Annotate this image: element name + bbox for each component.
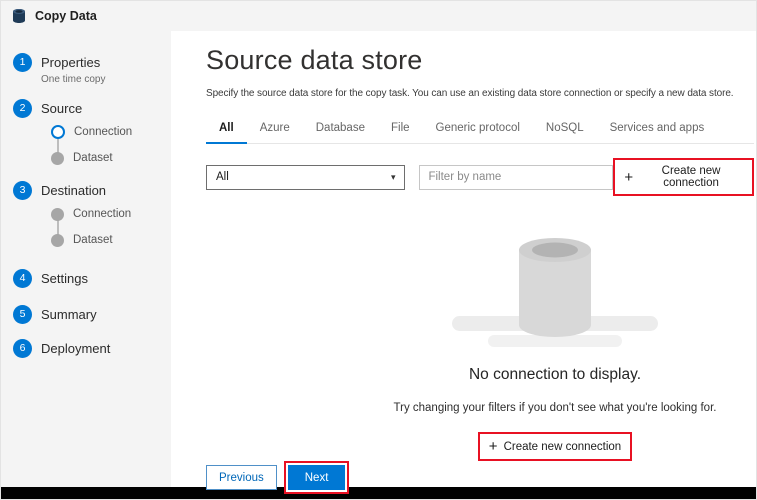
empty-state: No connection to display. Try changing y… bbox=[206, 230, 754, 461]
copy-data-icon bbox=[11, 8, 27, 24]
page-description: Specify the source data store for the co… bbox=[206, 88, 754, 99]
next-button[interactable]: Next bbox=[288, 465, 346, 490]
tab-nosql[interactable]: NoSQL bbox=[533, 115, 597, 143]
annotation-highlight-box: + Create new connection bbox=[613, 158, 754, 196]
tab-generic-protocol[interactable]: Generic protocol bbox=[423, 115, 533, 143]
step-number-badge: 6 bbox=[13, 339, 32, 358]
step-number-badge: 1 bbox=[13, 53, 32, 72]
upcoming-step-dot bbox=[51, 234, 64, 247]
destination-substeps: Connection Dataset bbox=[1, 201, 171, 253]
page-title: Source data store bbox=[206, 45, 754, 76]
step-number-badge: 4 bbox=[13, 269, 32, 288]
annotation-highlight-box: + Create new connection bbox=[478, 432, 632, 461]
step-number-badge: 5 bbox=[13, 305, 32, 324]
step-summary[interactable]: 5 Summary bbox=[1, 303, 171, 325]
step-number-badge: 3 bbox=[13, 181, 32, 200]
tab-all[interactable]: All bbox=[206, 115, 247, 144]
upcoming-step-dot bbox=[51, 208, 64, 221]
step-number-badge: 2 bbox=[13, 99, 32, 118]
create-new-connection-button-center[interactable]: + Create new connection bbox=[482, 436, 628, 457]
step-properties[interactable]: 1 Properties bbox=[1, 51, 171, 73]
annotation-highlight-box: Next bbox=[284, 461, 350, 494]
empty-connections-illustration bbox=[440, 230, 670, 352]
substep-source-connection[interactable]: Connection bbox=[1, 119, 171, 145]
upcoming-step-dot bbox=[51, 152, 64, 165]
current-step-dot bbox=[51, 125, 65, 139]
empty-state-title: No connection to display. bbox=[469, 366, 641, 384]
bottom-bar bbox=[1, 487, 756, 499]
tab-file[interactable]: File bbox=[378, 115, 423, 143]
window-title: Copy Data bbox=[35, 9, 97, 23]
create-new-connection-button[interactable]: + Create new connection bbox=[617, 162, 750, 192]
main-content: Source data store Specify the source dat… bbox=[171, 31, 756, 487]
filter-by-name-input[interactable] bbox=[419, 165, 613, 190]
filter-row: All ▾ + Create new connection bbox=[206, 158, 754, 196]
tab-services-and-apps[interactable]: Services and apps bbox=[597, 115, 718, 143]
step-settings[interactable]: 4 Settings bbox=[1, 267, 171, 289]
chevron-down-icon: ▾ bbox=[391, 173, 396, 182]
substep-source-dataset[interactable]: Dataset bbox=[1, 145, 171, 171]
dropdown-value: All bbox=[216, 171, 229, 183]
plus-icon: + bbox=[489, 439, 498, 454]
previous-button[interactable]: Previous bbox=[206, 465, 277, 490]
plus-icon: + bbox=[624, 170, 633, 185]
tab-azure[interactable]: Azure bbox=[247, 115, 303, 143]
copy-data-wizard-window: Copy Data 1 Properties One time copy 2 S… bbox=[0, 0, 757, 500]
substep-destination-connection[interactable]: Connection bbox=[1, 201, 171, 227]
step-destination[interactable]: 3 Destination bbox=[1, 179, 171, 201]
window-header: Copy Data bbox=[1, 1, 756, 31]
wizard-footer: Previous Next bbox=[206, 461, 349, 494]
empty-state-subtitle: Try changing your filters if you don't s… bbox=[394, 402, 717, 414]
connector-category-tabs: All Azure Database File Generic protocol… bbox=[206, 115, 754, 144]
tab-database[interactable]: Database bbox=[303, 115, 378, 143]
substep-destination-dataset[interactable]: Dataset bbox=[1, 227, 171, 253]
step-deployment[interactable]: 6 Deployment bbox=[1, 337, 171, 359]
source-substeps: Connection Dataset bbox=[1, 119, 171, 171]
wizard-steps-sidebar: 1 Properties One time copy 2 Source Conn… bbox=[1, 31, 171, 487]
step-properties-sublabel: One time copy bbox=[1, 73, 171, 89]
step-source[interactable]: 2 Source bbox=[1, 97, 171, 119]
connector-type-dropdown[interactable]: All ▾ bbox=[206, 165, 405, 190]
